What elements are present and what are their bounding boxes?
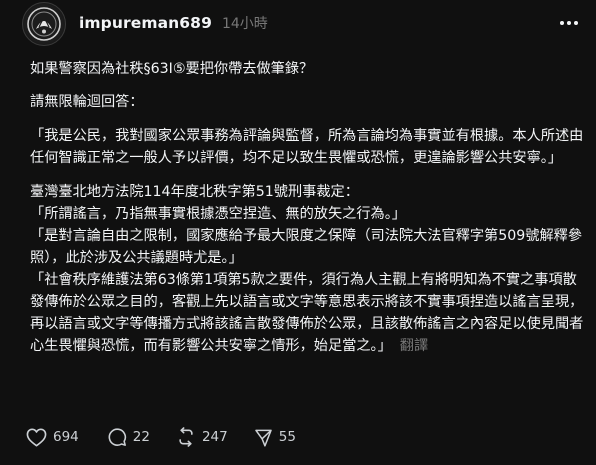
- post-header: impureman689 14小時: [79, 11, 268, 35]
- like-button[interactable]: 694: [26, 427, 79, 447]
- repost-button[interactable]: 247: [176, 427, 228, 447]
- translate-link[interactable]: 翻譯: [400, 338, 428, 354]
- thread-post: impureman689 14小時 如果警察因為社秩§63I⑤要把你帶去做筆錄？…: [0, 0, 596, 465]
- post-question: 如果警察因為社秩§63I⑤要把你帶去做筆錄？: [30, 61, 314, 77]
- avatar-emblem: [24, 4, 64, 44]
- share-icon: [254, 429, 272, 447]
- post-ruling-quote-3: 「社會秩序維護法第63條第1項第5款之要件，須行為人主觀上有將明知為不實之事項散…: [30, 272, 584, 354]
- username[interactable]: impureman689: [79, 14, 212, 32]
- post-body: 如果警察因為社秩§63I⑤要把你帶去做筆錄？ 請無限輪迴回答： 「我是公民，我對…: [30, 58, 586, 357]
- timestamp[interactable]: 14小時: [222, 13, 268, 33]
- like-count: 694: [53, 429, 79, 445]
- share-count: 55: [278, 429, 296, 445]
- repost-icon: [179, 427, 193, 447]
- share-button[interactable]: 55: [254, 428, 296, 447]
- heart-icon: [26, 427, 47, 447]
- post-ruling-quote-2: 「是對言論自由之限制，國家應給予最大限度之保障（司法院大法官釋字第509號解釋參…: [30, 228, 583, 266]
- post-ruling-title: 臺灣臺北地方法院114年度北秩字第51號刑事裁定：: [30, 184, 359, 200]
- post-instruction: 請無限輪迴回答：: [30, 94, 144, 110]
- reply-button[interactable]: 22: [107, 427, 150, 447]
- action-bar: 694 22 247 55: [26, 426, 296, 448]
- more-button[interactable]: [558, 14, 580, 32]
- post-statement: 「我是公民，我對國家公眾事務為評論與監督，所為言論均為事實並有根據。本人所述由任…: [30, 128, 584, 166]
- post-ruling-quote-1: 「所謂謠言，乃指無事實根據憑空捏造、無的放矢之行為。」: [30, 206, 406, 222]
- repost-count: 247: [201, 429, 228, 445]
- post-ruling-quote-3-wrapper: 「社會秩序維護法第63條第1項第5款之要件，須行為人主觀上有將明知為不實之事項散…: [30, 269, 586, 357]
- reply-count: 22: [132, 429, 150, 445]
- more-icon: [560, 21, 578, 25]
- comment-icon: [108, 428, 126, 446]
- avatar[interactable]: [22, 2, 66, 46]
